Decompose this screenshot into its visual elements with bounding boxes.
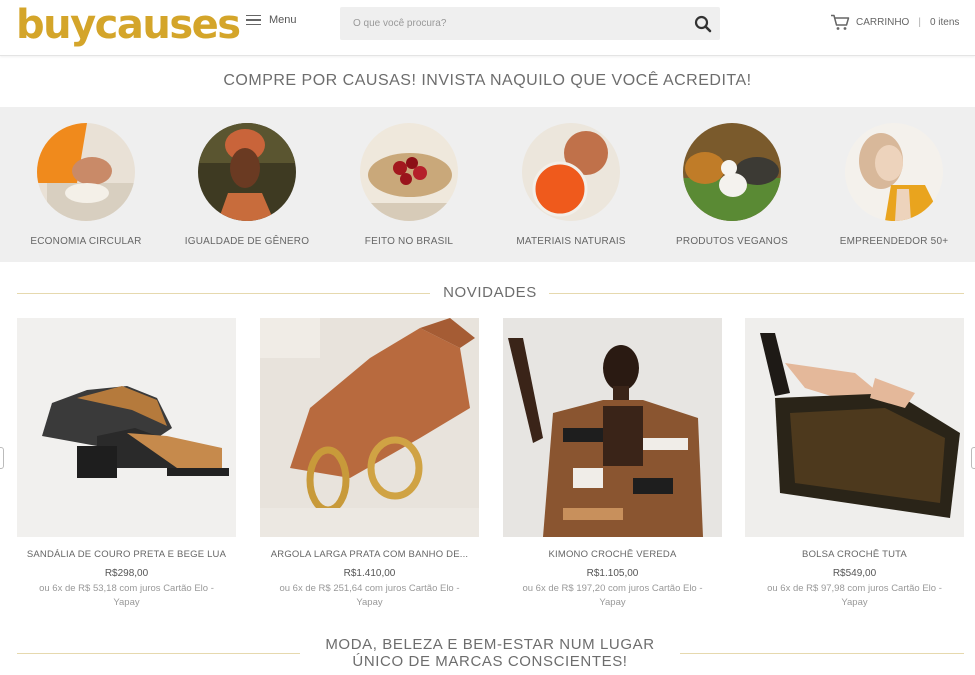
category-produtos-veganos[interactable]: PRODUTOS VEGANOS	[652, 123, 812, 247]
product-card[interactable]: BOLSA CROCHÊ TUTA R$549,00 ou 6x de R$ 9…	[745, 318, 964, 610]
category-image	[845, 123, 943, 221]
product-price: R$298,00	[104, 568, 149, 579]
tagline: COMPRE POR CAUSAS! INVISTA NAQUILO QUE V…	[223, 72, 752, 89]
category-strip: ECONOMIA CIRCULAR IGUALDADE DE GÊNERO FE…	[0, 107, 975, 262]
product-image[interactable]	[745, 318, 964, 537]
cart-icon	[831, 14, 850, 30]
carousel-prev-button[interactable]	[0, 447, 4, 469]
category-label: FEITO NO BRASIL	[364, 236, 454, 247]
category-image	[37, 123, 135, 221]
product-image[interactable]	[503, 318, 722, 537]
category-image	[360, 123, 458, 221]
hamburger-icon	[246, 14, 261, 26]
search-bar	[340, 7, 720, 40]
category-igualdade-de-genero[interactable]: IGUALDADE DE GÊNERO	[167, 123, 327, 247]
product-image[interactable]	[260, 318, 479, 537]
product-price: R$549,00	[832, 568, 877, 579]
category-label: PRODUTOS VEGANOS	[676, 236, 788, 247]
logo[interactable]: buycauses	[16, 2, 241, 48]
product-name[interactable]: KIMONO CROCHÊ VEREDA	[503, 549, 722, 560]
product-installments: ou 6x de R$ 197,20 com juros Cartão Elo …	[522, 583, 703, 608]
category-feito-no-brasil[interactable]: FEITO NO BRASIL	[329, 123, 489, 247]
search-icon[interactable]	[694, 15, 712, 33]
product-price: R$1.410,00	[343, 568, 396, 579]
section-title-moda: MODA, BELEZA E BEM-ESTAR NUM LUGAR ÚNICO…	[325, 636, 655, 670]
menu-button[interactable]: Menu	[246, 14, 297, 26]
product-name[interactable]: SANDÁLIA DE COURO PRETA E BEGE LUA	[17, 549, 236, 560]
product-installments: ou 6x de R$ 97,98 com juros Cartão Elo -…	[767, 583, 942, 608]
product-price: R$1.105,00	[586, 568, 639, 579]
cart-label: CARRINHO	[856, 17, 910, 28]
product-card[interactable]: KIMONO CROCHÊ VEREDA R$1.105,00 ou 6x de…	[503, 318, 722, 610]
divider-line	[549, 293, 964, 294]
category-image	[522, 123, 620, 221]
product-card[interactable]: ARGOLA LARGA PRATA COM BANHO DE... R$1.4…	[260, 318, 479, 610]
product-card[interactable]: SANDÁLIA DE COURO PRETA E BEGE LUA R$298…	[17, 318, 236, 610]
search-input[interactable]	[340, 7, 680, 40]
product-name[interactable]: ARGOLA LARGA PRATA COM BANHO DE...	[260, 549, 479, 560]
category-label: MATERIAIS NATURAIS	[516, 236, 626, 247]
category-materiais-naturais[interactable]: MATERIAIS NATURAIS	[491, 123, 651, 247]
category-image	[198, 123, 296, 221]
category-label: EMPREENDEDOR 50+	[839, 236, 949, 247]
cart-count: 0 itens	[929, 17, 960, 28]
divider-line	[17, 653, 300, 654]
category-empreendedor-50[interactable]: EMPREENDEDOR 50+	[814, 123, 974, 247]
product-image[interactable]	[17, 318, 236, 537]
divider-line	[680, 653, 964, 654]
product-name[interactable]: BOLSA CROCHÊ TUTA	[745, 549, 964, 560]
divider-line	[17, 293, 430, 294]
site-header: buycauses Menu CARRINHO | 0 itens	[0, 0, 975, 56]
product-installments: ou 6x de R$ 53,18 com juros Cartão Elo -…	[39, 583, 214, 608]
category-economia-circular[interactable]: ECONOMIA CIRCULAR	[6, 123, 166, 247]
menu-label: Menu	[269, 14, 297, 26]
product-installments: ou 6x de R$ 251,64 com juros Cartão Elo …	[279, 583, 460, 608]
category-label: IGUALDADE DE GÊNERO	[184, 236, 310, 247]
carousel-next-button[interactable]	[971, 447, 975, 469]
cart-separator: |	[918, 17, 921, 28]
category-image	[683, 123, 781, 221]
category-label: ECONOMIA CIRCULAR	[30, 236, 142, 247]
section-title-novidades: NOVIDADES	[443, 284, 537, 301]
cart-link[interactable]: CARRINHO | 0 itens	[830, 14, 959, 31]
